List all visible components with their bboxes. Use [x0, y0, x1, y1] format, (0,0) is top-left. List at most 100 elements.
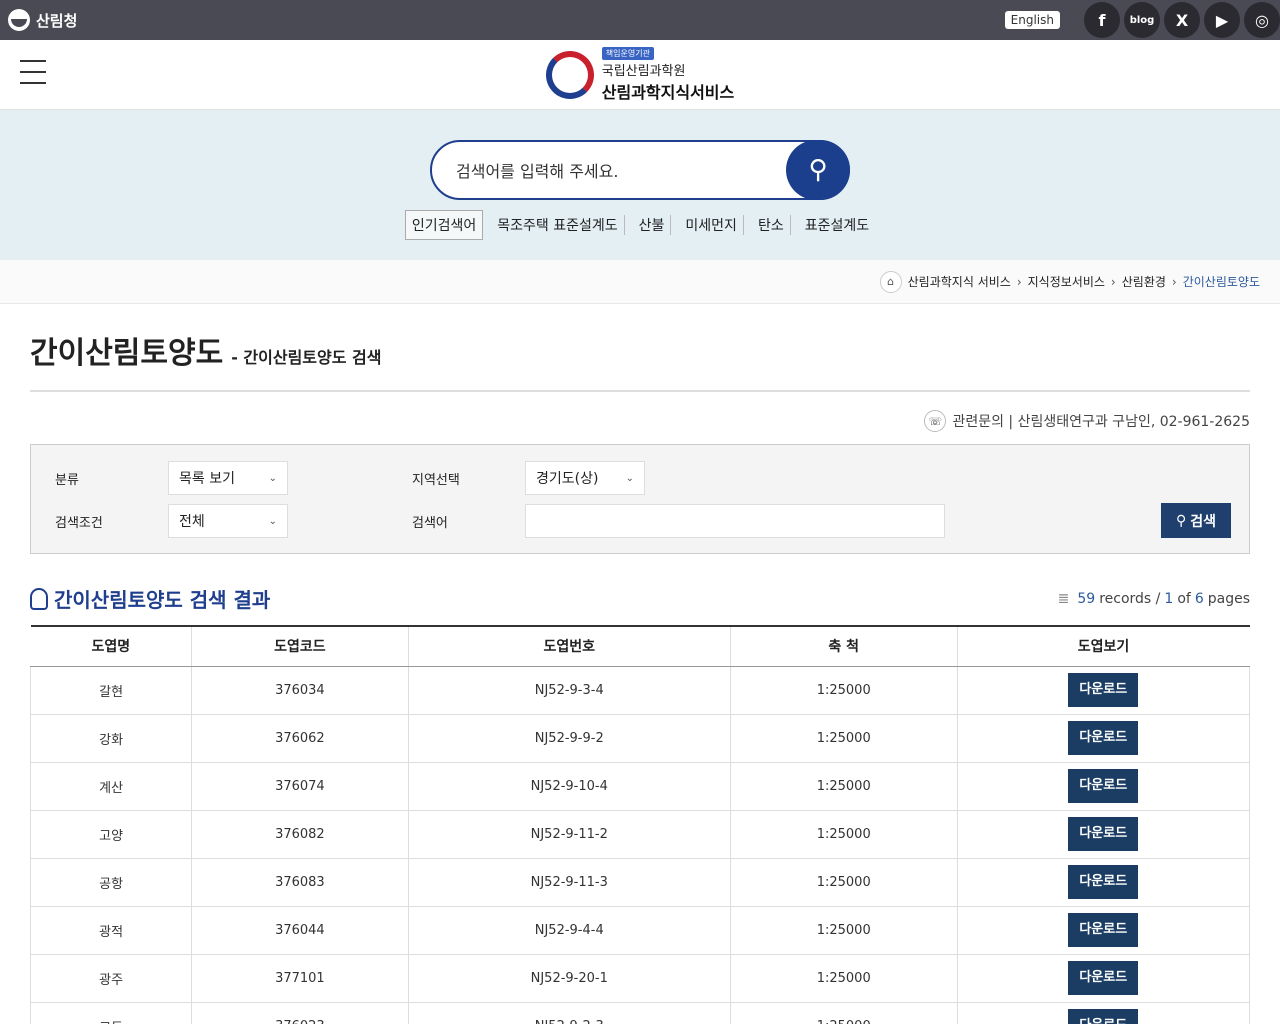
search-input[interactable]: 검색어를 입력해 주세요. ⚲ — [430, 140, 850, 200]
download-cell: 다운로드 — [957, 906, 1251, 955]
sheet-name-cell: 고양 — [29, 810, 193, 859]
scale-cell: 1:25000 — [730, 762, 958, 811]
menu-icon[interactable] — [20, 60, 46, 84]
breadcrumb-item[interactable]: 산림과학지식 서비스 — [908, 273, 1011, 290]
search-placeholder: 검색어를 입력해 주세요. — [456, 162, 619, 181]
sheet-number-cell: NJ52-9-20-1 — [408, 954, 731, 1003]
search-button[interactable]: ⚲ — [786, 140, 850, 200]
sheet-name-cell: 광적 — [29, 906, 193, 955]
table-header-row: 도엽명 도엽코드 도엽번호 축 척 도엽보기 — [30, 625, 1250, 667]
table-row: 광적 376044 NJ52-9-4-4 1:25000 다운로드 — [29, 906, 1251, 955]
download-button[interactable]: 다운로드 — [1068, 1009, 1139, 1024]
download-cell: 다운로드 — [957, 810, 1251, 859]
home-icon[interactable]: ⌂ — [879, 270, 902, 293]
chevron-down-icon: ⌄ — [268, 515, 277, 527]
contact-info: ☏ 관련문의 | 산림생태연구과 구남인, 02-961-2625 — [30, 410, 1250, 432]
logo-badge: 책임운영기관 — [601, 46, 654, 60]
download-button[interactable]: 다운로드 — [1068, 865, 1139, 899]
download-button[interactable]: 다운로드 — [1068, 961, 1139, 995]
keyword-link[interactable]: 탄소 — [752, 215, 791, 235]
region-label: 지역선택 — [412, 472, 460, 488]
popular-keywords: 인기검색어 목조주택 표준설계도 산불 미세먼지 탄소 표준설계도 — [404, 210, 875, 240]
results-header: 간이산림토양도 검색 결과 ≣ 59 records / 1 of 6 page… — [30, 584, 1250, 613]
sheet-number-cell: NJ52-9-10-4 — [408, 762, 731, 811]
page-subtitle: - 간이산림토양도 검색 — [231, 348, 382, 367]
breadcrumb-item[interactable]: 지식정보서비스 — [1028, 273, 1105, 290]
download-button[interactable]: 다운로드 — [1068, 817, 1139, 851]
english-link[interactable]: English — [1004, 11, 1060, 29]
region-value: 경기도(상) — [536, 471, 599, 487]
download-cell: 다운로드 — [957, 1002, 1251, 1024]
sheet-code-cell: 377101 — [191, 954, 409, 1003]
sheet-code-cell: 376074 — [191, 762, 409, 811]
blog-icon[interactable]: blog — [1124, 2, 1160, 38]
sheet-number-cell: NJ52-9-11-3 — [408, 858, 731, 907]
x-icon[interactable]: X — [1164, 2, 1200, 38]
filter-search-button[interactable]: ⚲ 검색 — [1161, 503, 1231, 538]
results-table: 도엽명 도엽코드 도엽번호 축 척 도엽보기 갈현 376034 NJ52-9-3-… — [29, 625, 1251, 1024]
sheet-code-cell: 376062 — [191, 714, 409, 763]
download-button[interactable]: 다운로드 — [1068, 673, 1139, 707]
contact-text: 관련문의 | 산림생태연구과 구남인, 02-961-2625 — [952, 414, 1250, 430]
column-header: 축 척 — [730, 625, 958, 667]
scale-cell: 1:25000 — [730, 954, 958, 1003]
sheet-number-cell: NJ52-9-9-2 — [408, 714, 731, 763]
breadcrumb: ⌂ 산림과학지식 서비스 › 지식정보서비스 › 산림환경 › 간이산림토양도 — [0, 260, 1280, 304]
table-row: 공항 376083 NJ52-9-11-3 1:25000 다운로드 — [29, 858, 1251, 907]
instagram-icon[interactable]: ◎ — [1244, 2, 1280, 38]
keyword-link[interactable]: 표준설계도 — [799, 215, 875, 235]
region-select[interactable]: 경기도(상) ⌄ — [525, 461, 645, 495]
table-row: 계산 376074 NJ52-9-10-4 1:25000 다운로드 — [29, 762, 1251, 811]
condition-select[interactable]: 전체 ⌄ — [168, 504, 288, 538]
table-row: 고양 376082 NJ52-9-11-2 1:25000 다운로드 — [29, 810, 1251, 859]
current-page: 1 — [1164, 590, 1174, 607]
records-label: records / — [1099, 590, 1161, 607]
sheet-name-cell: 갈현 — [29, 666, 193, 715]
scale-cell: 1:25000 — [730, 1002, 958, 1024]
download-button[interactable]: 다운로드 — [1068, 769, 1139, 803]
logo-service: 산림과학지식서비스 — [601, 82, 735, 102]
gov-logo[interactable]: 산림청 — [8, 9, 77, 31]
breadcrumb-current: 간이산림토양도 — [1182, 275, 1260, 289]
sheet-code-cell: 376044 — [191, 906, 409, 955]
sheet-number-cell: NJ52-9-3-4 — [408, 666, 731, 715]
table-row: 교동376023NJ52-9-2-31:25000 다운로드 — [29, 1002, 1251, 1024]
download-button[interactable]: 다운로드 — [1068, 913, 1139, 947]
download-cell: 다운로드 — [957, 858, 1251, 907]
site-header: 책임운영기관 국립산림과학원 산림과학지식서비스 — [0, 40, 1280, 110]
popular-label: 인기검색어 — [404, 210, 484, 240]
lightbulb-icon — [30, 587, 48, 610]
logo-emblem-icon — [545, 50, 594, 99]
stack-icon: ≣ — [1057, 590, 1070, 607]
keyword-link[interactable]: 목조주택 표준설계도 — [491, 215, 625, 235]
download-cell: 다운로드 — [957, 762, 1251, 811]
column-header: 도엽명 — [30, 625, 193, 667]
column-header: 도엽코드 — [191, 625, 409, 667]
breadcrumb-item[interactable]: 산림환경 — [1122, 273, 1166, 290]
chevron-right-icon: › — [1016, 274, 1022, 289]
sheet-code-cell: 376023 — [191, 1002, 409, 1024]
download-button[interactable]: 다운로드 — [1068, 721, 1139, 755]
scale-cell: 1:25000 — [730, 666, 958, 715]
keyword-label: 검색어 — [412, 515, 448, 531]
keyword-input[interactable] — [525, 504, 945, 538]
keyword-link[interactable]: 미세먼지 — [679, 215, 744, 235]
page-title: 간이산림토양도 — [30, 336, 224, 371]
taegeuk-icon — [8, 9, 30, 31]
of-label: of — [1177, 590, 1191, 607]
download-cell: 다운로드 — [957, 714, 1251, 763]
site-logo[interactable]: 책임운영기관 국립산림과학원 산림과학지식서비스 — [545, 46, 735, 103]
scale-cell: 1:25000 — [730, 858, 958, 907]
keyword-link[interactable]: 산불 — [633, 215, 672, 235]
category-select[interactable]: 목록 보기 ⌄ — [168, 461, 288, 495]
search-icon: ⚲ — [1175, 512, 1187, 529]
youtube-icon[interactable]: ▶ — [1204, 2, 1240, 38]
table-row: 갈현 376034 NJ52-9-3-4 1:25000 다운로드 — [29, 666, 1251, 715]
table-row: 광주 377101 NJ52-9-20-1 1:25000 다운로드 — [29, 954, 1251, 1003]
sheet-name-cell: 계산 — [29, 762, 193, 811]
sheet-name-cell: 강화 — [29, 714, 193, 763]
table-row: 강화 376062 NJ52-9-9-2 1:25000 다운로드 — [29, 714, 1251, 763]
pages-label: pages — [1207, 590, 1250, 607]
facebook-icon[interactable]: f — [1084, 2, 1120, 38]
records-count: 59 — [1077, 590, 1096, 607]
